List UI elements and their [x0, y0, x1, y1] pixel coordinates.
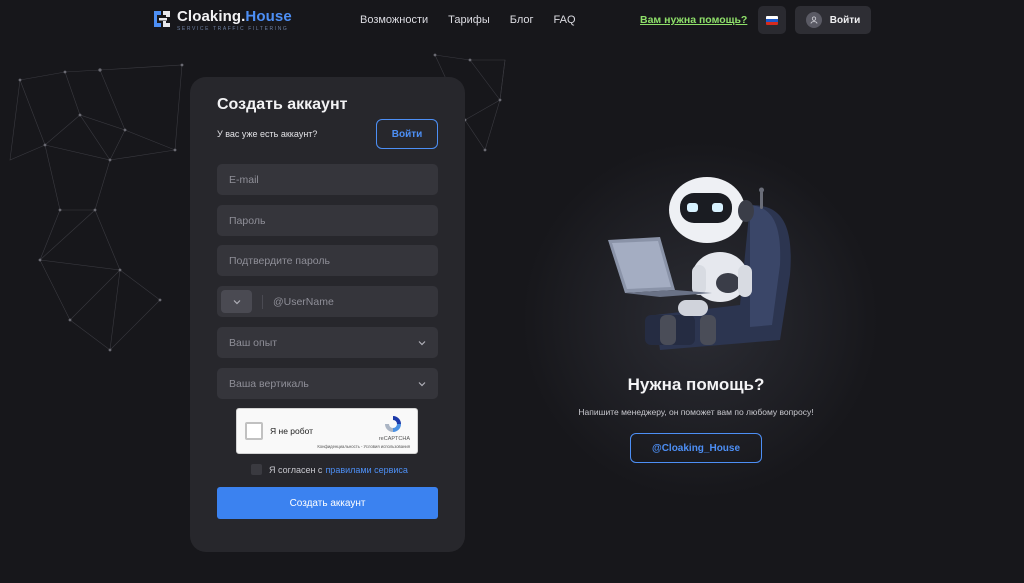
nav-item-blog[interactable]: Блог — [510, 14, 534, 26]
email-input[interactable] — [229, 173, 438, 186]
telegram-username-field — [217, 286, 438, 317]
password-field[interactable] — [217, 205, 438, 236]
email-field[interactable] — [217, 164, 438, 195]
recaptcha-links[interactable]: Конфиденциальность - Условия использован… — [317, 444, 410, 449]
help-title: Нужна помощь? — [627, 375, 765, 394]
form-login-button[interactable]: Войти — [376, 119, 438, 149]
chevron-down-icon — [233, 299, 241, 304]
logo-tagline: SERVICE TRAFFIC FILTERING — [177, 26, 289, 32]
chevron-down-icon — [418, 381, 426, 386]
header-login-button[interactable]: Войти — [795, 6, 871, 34]
logo-icon — [154, 11, 170, 27]
chevron-down-icon — [418, 340, 426, 345]
user-icon — [805, 12, 822, 28]
russia-flag-icon — [766, 15, 778, 25]
password-input[interactable] — [229, 214, 438, 227]
recaptcha-icon — [385, 416, 401, 432]
site-logo[interactable]: Cloaking.House SERVICE TRAFFIC FILTERING — [152, 8, 292, 32]
recaptcha-widget: Я не робот reCAPTCHA Конфиденциальность … — [236, 408, 418, 454]
confirm-password-field[interactable] — [217, 245, 438, 276]
nav-item-features[interactable]: Возможности — [360, 14, 428, 26]
registration-card: Создать аккаунт У вас уже есть аккаунт? … — [190, 77, 465, 552]
help-subtitle: Напишите менеджеру, он поможет вам по лю… — [578, 407, 814, 417]
terms-checkbox[interactable] — [251, 464, 262, 475]
confirm-password-input[interactable] — [229, 254, 438, 267]
recaptcha-checkbox[interactable] — [245, 422, 263, 440]
nav-item-faq[interactable]: FAQ — [554, 14, 576, 26]
robot-illustration — [608, 177, 791, 350]
have-account-text: У вас уже есть аккаунт? — [217, 129, 318, 139]
help-link[interactable]: Вам нужна помощь? — [640, 14, 747, 26]
username-input[interactable] — [272, 295, 438, 308]
vertical-placeholder: Ваша вертикаль — [229, 377, 309, 390]
main-nav: Возможности Тарифы Блог FAQ — [360, 14, 576, 26]
terms-text: Я согласен с — [269, 464, 323, 475]
field-divider — [262, 294, 263, 309]
recaptcha-brand: reCAPTCHA — [378, 436, 410, 442]
recaptcha-label: Я не робот — [270, 426, 314, 436]
terms-agreement: Я согласен с правилами сервиса — [251, 464, 408, 475]
logo-text: Cloaking.House — [177, 8, 292, 25]
header-login-label: Войти — [829, 14, 861, 26]
language-button[interactable] — [758, 6, 786, 34]
top-header: Cloaking.House SERVICE TRAFFIC FILTERING… — [0, 0, 1024, 40]
experience-placeholder: Ваш опыт — [229, 336, 278, 349]
country-code-select[interactable] — [221, 290, 253, 313]
terms-link[interactable]: правилами сервиса — [325, 465, 408, 475]
experience-select[interactable]: Ваш опыт — [217, 327, 438, 358]
form-title: Создать аккаунт — [217, 96, 348, 113]
vertical-select[interactable]: Ваша вертикаль — [217, 368, 438, 399]
telegram-contact-button[interactable]: @Cloaking_House — [630, 433, 762, 463]
create-account-button[interactable]: Создать аккаунт — [217, 487, 438, 519]
nav-item-pricing[interactable]: Тарифы — [448, 14, 490, 26]
